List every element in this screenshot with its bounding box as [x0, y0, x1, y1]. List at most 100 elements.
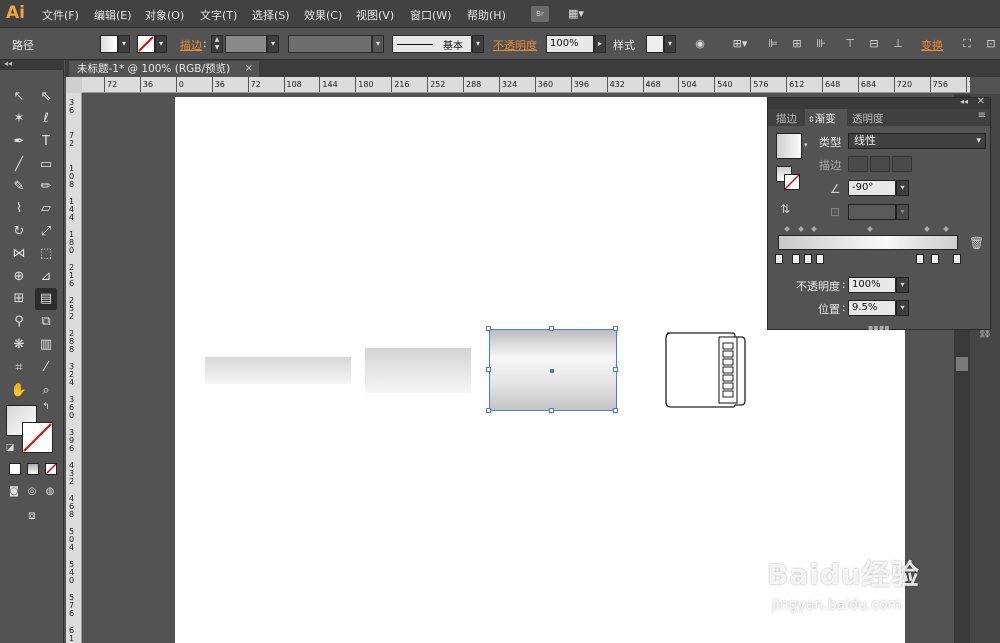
gradient-thumbnail[interactable]: [776, 133, 802, 159]
stroke-weight-stepper[interactable]: ▲ ▼: [211, 35, 223, 53]
align-top-icon[interactable]: ⊤: [843, 37, 857, 51]
gradient-thumbnail-dropdown[interactable]: ▾: [804, 141, 808, 149]
panel-title-bar[interactable]: ◂◂ ✕: [768, 96, 990, 109]
paintbrush-tool-icon[interactable]: ✎: [8, 176, 30, 198]
midpoint-diamond-5[interactable]: [924, 226, 930, 232]
selection-handle-bottom-left[interactable]: [486, 408, 491, 413]
align-vertical-center-icon[interactable]: ⊟: [867, 37, 881, 51]
opacity-label[interactable]: 不透明度: [493, 37, 537, 53]
brush-definition-dropdown[interactable]: ▾: [472, 35, 484, 53]
draw-inside-icon[interactable]: ◍: [42, 484, 58, 500]
opacity-dropdown[interactable]: ▸: [594, 35, 606, 53]
stop-position-field[interactable]: 9.5%: [848, 300, 896, 316]
midpoint-diamond-4[interactable]: [867, 226, 873, 232]
stroke-dropdown-arrow[interactable]: ▾: [155, 35, 167, 53]
gradient-rectangle-2[interactable]: [365, 348, 471, 393]
lasso-tool-icon[interactable]: ℓ: [35, 108, 57, 130]
gradient-stop[interactable]: [916, 254, 924, 264]
gradient-mode-icon[interactable]: [27, 463, 39, 475]
align-to-icon[interactable]: ⊞▾: [730, 37, 750, 51]
menu-help[interactable]: 帮助(H): [467, 7, 506, 23]
shape-builder-tool-icon[interactable]: ⊕: [8, 266, 30, 288]
align-right-icon[interactable]: ⊪: [814, 37, 828, 51]
angle-dropdown[interactable]: ▾: [896, 180, 909, 196]
bridge-button[interactable]: Br: [531, 6, 549, 22]
type-tool-icon[interactable]: T: [35, 131, 57, 153]
screen-mode-icon[interactable]: ⧈: [20, 506, 44, 524]
variable-width-dropdown[interactable]: ▾: [372, 35, 384, 53]
stop-opacity-field[interactable]: 100%: [848, 277, 896, 293]
reverse-gradient-icon[interactable]: ⇅: [780, 202, 790, 216]
align-bottom-icon[interactable]: ⊥: [891, 37, 905, 51]
menu-window[interactable]: 窗口(W): [410, 7, 451, 23]
aspect-ratio-dropdown[interactable]: ▾: [896, 204, 909, 220]
stroke-weight-label[interactable]: 描边: [180, 37, 202, 53]
aspect-ratio-field[interactable]: [848, 204, 896, 220]
menu-file[interactable]: 文件(F): [42, 7, 79, 23]
gradient-stop[interactable]: [953, 254, 961, 264]
selection-handle-top-left[interactable]: [486, 326, 491, 331]
column-graph-tool-icon[interactable]: ▥: [35, 334, 57, 356]
opacity-field[interactable]: 100%: [546, 35, 594, 53]
scale-tool-icon[interactable]: ⤢: [35, 221, 57, 243]
gradient-type-select[interactable]: 线性 ▾: [848, 133, 986, 149]
stroke-weight-field[interactable]: [225, 35, 267, 53]
perspective-grid-tool-icon[interactable]: ⊿: [35, 266, 57, 288]
graphic-style-swatch[interactable]: [646, 35, 664, 53]
gradient-stop[interactable]: [775, 254, 783, 264]
rectangle-tool-icon[interactable]: ▭: [35, 154, 57, 176]
eyedropper-tool-icon[interactable]: ⚲: [8, 311, 30, 333]
tab-gradient[interactable]: ⇕渐变: [808, 111, 836, 126]
vertical-scrollbar-thumb[interactable]: [956, 357, 968, 371]
gradient-stop[interactable]: [804, 254, 812, 264]
menu-view[interactable]: 视图(V): [356, 7, 394, 23]
gradient-tool-icon[interactable]: ▤: [35, 288, 57, 310]
workspace-switcher-icon[interactable]: ▦▾: [568, 7, 592, 21]
panel-resize-grip[interactable]: ▪▪▪▪: [868, 323, 890, 332]
width-tool-icon[interactable]: ⋈: [8, 243, 30, 265]
collapse-panel-icon[interactable]: ◂◂: [960, 97, 968, 106]
stop-opacity-dropdown[interactable]: ▾: [896, 277, 909, 293]
draw-behind-icon[interactable]: ◎: [24, 484, 40, 500]
collapse-toolbar-icon[interactable]: ◂◂: [4, 59, 12, 68]
menu-type[interactable]: 文字(T): [200, 7, 237, 23]
stroke-gradient-across-icon[interactable]: [892, 156, 912, 172]
panel-menu-icon[interactable]: ≡: [978, 110, 986, 121]
delete-stop-icon[interactable]: 🗑: [969, 236, 984, 250]
magic-wand-tool-icon[interactable]: ✶: [8, 108, 30, 130]
gradient-stop[interactable]: [792, 254, 800, 264]
variable-width-field[interactable]: [288, 35, 372, 53]
menu-select[interactable]: 选择(S): [252, 7, 290, 23]
menu-effect[interactable]: 效果(C): [304, 7, 342, 23]
color-mode-icon[interactable]: [9, 463, 21, 475]
gradient-stroke-box[interactable]: [784, 174, 800, 190]
fill-dropdown-arrow[interactable]: ▾: [118, 35, 130, 53]
eraser-tool-icon[interactable]: ▱: [35, 198, 57, 220]
align-horizontal-center-icon[interactable]: ⊞: [790, 37, 804, 51]
draw-normal-icon[interactable]: ◙: [6, 484, 22, 500]
blob-brush-tool-icon[interactable]: ⌇: [8, 198, 30, 220]
none-mode-icon[interactable]: [45, 463, 57, 475]
graphic-style-dropdown[interactable]: ▾: [664, 35, 676, 53]
selection-tool-icon[interactable]: ↖: [8, 86, 30, 108]
gradient-stop[interactable]: [816, 254, 824, 264]
selection-handle-middle-right[interactable]: [613, 367, 618, 372]
artboard-tool-icon[interactable]: ⌗: [8, 357, 30, 379]
document-tab[interactable]: 未标题-1* @ 100% (RGB/预览) ×: [69, 61, 259, 77]
midpoint-diamond-6[interactable]: [943, 226, 949, 232]
stop-position-dropdown[interactable]: ▾: [896, 300, 909, 316]
free-transform-tool-icon[interactable]: ⬚: [35, 243, 57, 265]
angle-field[interactable]: -90°: [848, 180, 896, 196]
hand-tool-icon[interactable]: ✋: [8, 380, 30, 402]
gradient-stop[interactable]: [931, 254, 939, 264]
rotate-tool-icon[interactable]: ↻: [8, 221, 30, 243]
midpoint-diamond-2[interactable]: [798, 226, 804, 232]
fill-swatch[interactable]: [100, 35, 118, 53]
toolbar-header[interactable]: ◂◂: [0, 59, 64, 70]
selection-handle-bottom-right[interactable]: [613, 408, 618, 413]
control-bar-menu-icon[interactable]: ⊡: [984, 37, 998, 51]
close-panel-icon[interactable]: ✕: [977, 96, 985, 107]
stroke-color-box[interactable]: [22, 422, 53, 453]
midpoint-diamond-1[interactable]: [784, 226, 790, 232]
align-left-icon[interactable]: ⊫: [766, 37, 780, 51]
